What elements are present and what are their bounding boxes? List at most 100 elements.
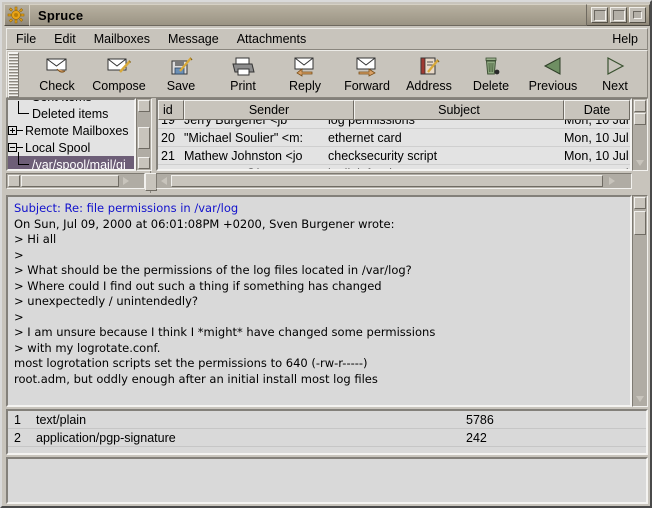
message-list-vscrollbar[interactable] (632, 98, 648, 171)
window-title: Spruce (38, 7, 84, 23)
right-arrow-icon (123, 177, 129, 185)
envelope-reply-arrow-icon (292, 54, 318, 78)
up-arrow-icon (140, 103, 148, 109)
column-header-sender[interactable]: Sender (184, 100, 354, 120)
vscroll-down-button[interactable] (634, 393, 646, 405)
vscroll-thumb[interactable] (634, 211, 646, 235)
folder-tree[interactable]: Sent Items Deleted items Remote Mailboxe… (6, 98, 136, 171)
attachment-size: 242 (466, 430, 487, 445)
tree-node-var-spool-mail[interactable]: /var/spool/mail/gj (8, 152, 134, 171)
menu-message[interactable]: Message (159, 30, 228, 48)
table-row[interactable]: 20 "Michael Soulier" <m: ethernet card M… (158, 129, 630, 147)
tree-node-remote-mailboxes[interactable]: Remote Mailboxes (8, 122, 134, 139)
toolbar-forward-label: Forward (344, 79, 390, 93)
minimize-button[interactable] (591, 7, 608, 23)
up-arrow-icon (636, 200, 644, 206)
down-arrow-icon (140, 160, 148, 166)
vscroll-thumb[interactable] (138, 127, 150, 149)
table-row[interactable]: 21 Mathew Johnston <jo checksecurity scr… (158, 147, 630, 165)
toolbar-drag-handle[interactable] (8, 52, 19, 98)
toolbar-check-button[interactable]: Check (26, 51, 88, 93)
message-list-panel: id Sender Subject Date 19 Jerry Burgener… (156, 98, 648, 193)
menu-attachments[interactable]: Attachments (228, 30, 315, 48)
tree-elbow-icon (18, 152, 30, 169)
toolbar-compose-button[interactable]: Compose (88, 51, 150, 93)
toolbar-save-label: Save (166, 79, 196, 93)
toolbar-save-button[interactable]: Save (150, 51, 212, 93)
toolbar: Check Compose Save Print Reply Forward A… (6, 50, 648, 98)
menu-mailboxes[interactable]: Mailboxes (85, 30, 159, 48)
table-row[interactable]: 22 "nca" <nca@inet.com lanlink for dos M… (158, 165, 630, 170)
column-header-subject[interactable]: Subject (354, 100, 564, 120)
hscroll-left-button[interactable] (8, 175, 20, 187)
toolbar-address-button[interactable]: Address (398, 51, 460, 93)
toolbar-reply-button[interactable]: Reply (274, 51, 336, 93)
close-button[interactable] (629, 7, 646, 23)
message-body-text[interactable]: Subject: Re: file permissions in /var/lo… (6, 195, 632, 407)
message-list[interactable]: id Sender Subject Date 19 Jerry Burgener… (156, 98, 632, 171)
body-line: > (14, 309, 24, 324)
row-date: Mon, 10 Jul 2 (564, 120, 630, 127)
message-body-panel: Subject: Re: file permissions in /var/lo… (6, 195, 648, 407)
message-list-hscrollbar[interactable] (156, 173, 632, 189)
vscroll-down-button[interactable] (634, 157, 646, 169)
toolbar-next-button[interactable]: Next (584, 51, 646, 93)
minimize-icon (593, 9, 606, 21)
vscroll-up-button[interactable] (634, 100, 646, 112)
row-id: 20 (161, 130, 175, 145)
tree-expand-plus-icon[interactable] (8, 126, 17, 135)
toolbar-previous-button[interactable]: Previous (522, 51, 584, 93)
message-body-vscrollbar[interactable] (632, 195, 648, 407)
menu-edit[interactable]: Edit (45, 30, 85, 48)
hscroll-right-button[interactable] (606, 175, 618, 187)
toolbar-delete-button[interactable]: Delete (460, 51, 522, 93)
tree-node-label: /var/spool/mail/gj (32, 157, 126, 171)
left-arrow-icon (161, 177, 167, 185)
tree-node-label: Remote Mailboxes (25, 123, 129, 138)
menu-help[interactable]: Help (603, 30, 647, 48)
vscroll-down-button[interactable] (138, 157, 150, 169)
tree-collapse-minus-icon[interactable] (8, 143, 17, 152)
attachments-list[interactable]: 1 text/plain 5786 2 application/pgp-sign… (6, 409, 648, 455)
toolbar-address-label: Address (406, 79, 452, 93)
table-row[interactable]: 19 Jerry Burgener <jb log permissions Mo… (158, 120, 630, 129)
toolbar-forward-button[interactable]: Forward (336, 51, 398, 93)
attachment-index: 2 (14, 430, 21, 445)
attachment-type: text/plain (36, 412, 87, 427)
body-line: root.adm, but oddly enough after an init… (14, 371, 378, 386)
tree-node-deleted-items[interactable]: Deleted items (8, 101, 134, 122)
body-line-subject: Subject: Re: file permissions in /var/lo… (14, 201, 239, 215)
body-line: > Hi all (14, 232, 57, 246)
row-subject: ethernet card (328, 130, 402, 145)
column-header-date[interactable]: Date (564, 100, 630, 120)
menu-file[interactable]: File (7, 30, 45, 48)
envelope-forward-arrow-icon (354, 54, 380, 78)
body-line: > (14, 247, 24, 262)
hscroll-thumb[interactable] (171, 175, 603, 187)
folder-tree-vscrollbar[interactable] (136, 98, 152, 171)
folder-tree-rows: Sent Items Deleted items Remote Mailboxe… (8, 100, 134, 171)
vscroll-up-button[interactable] (634, 197, 646, 209)
list-item[interactable]: 2 application/pgp-signature 242 (8, 429, 646, 447)
toolbar-print-button[interactable]: Print (212, 51, 274, 93)
menu-bar: File Edit Mailboxes Message Attachments … (6, 28, 648, 50)
vscroll-up-button[interactable] (138, 100, 150, 112)
column-header-id[interactable]: id (158, 100, 184, 120)
tree-node-sent-items[interactable]: Sent Items (8, 100, 134, 105)
maximize-icon (612, 9, 625, 21)
folder-tree-hscrollbar[interactable] (6, 173, 145, 189)
message-list-rows: 19 Jerry Burgener <jb log permissions Mo… (158, 120, 630, 170)
close-icon (633, 11, 642, 19)
row-sender: Jerry Burgener <jb (184, 120, 328, 127)
hscroll-thumb[interactable] (21, 175, 119, 187)
top-pane: Sent Items Deleted items Remote Mailboxe… (6, 98, 648, 193)
tree-node-local-spool[interactable]: Local Spool (8, 139, 134, 156)
vscroll-thumb[interactable] (634, 113, 646, 125)
hscroll-left-button[interactable] (158, 175, 170, 187)
list-item[interactable]: 1 text/plain 5786 (8, 411, 646, 429)
maximize-button[interactable] (610, 7, 627, 23)
row-id: 22 (158, 167, 184, 170)
hscroll-right-button[interactable] (120, 175, 132, 187)
